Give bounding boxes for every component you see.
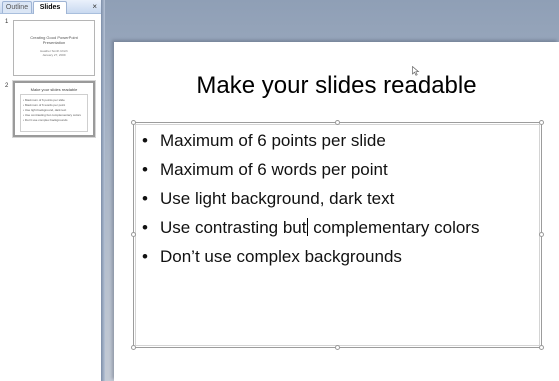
- bullet-text: Maximum of 6 words per point: [160, 160, 388, 179]
- thumbnail-subtitle-line: January 27, 2009: [42, 53, 66, 57]
- thumbnail-bullet-text: Use light background, dark text: [24, 108, 67, 112]
- thumbnail-subtitle: Heather Smith Ulrich January 27, 2009: [20, 49, 88, 57]
- close-pane-icon[interactable]: ×: [92, 1, 97, 13]
- arrow-cursor-icon: [412, 66, 420, 76]
- resize-handle[interactable]: [335, 345, 340, 350]
- thumbnail-title: Make your slides readable: [30, 87, 78, 92]
- resize-handle[interactable]: [539, 345, 544, 350]
- resize-handle[interactable]: [131, 232, 136, 237]
- resize-handle[interactable]: [335, 120, 340, 125]
- bullet-list: • Maximum of 6 points per slide • Maximu…: [142, 126, 479, 271]
- resize-handle[interactable]: [131, 120, 136, 125]
- pane-splitter[interactable]: [101, 0, 105, 381]
- thumbnail-content-box: • Maximum of 6 points per slide • Maximu…: [20, 94, 88, 132]
- bullet-glyph: •: [142, 131, 148, 150]
- content-placeholder[interactable]: • Maximum of 6 points per slide • Maximu…: [131, 120, 544, 350]
- slide-number: 2: [5, 83, 9, 89]
- slide-thumbnail-1[interactable]: Creating Good PowerPoint Presentation He…: [13, 20, 95, 76]
- thumbnail-bullet: • Use contrasting but complementary colo…: [23, 113, 81, 117]
- resize-handle[interactable]: [539, 232, 544, 237]
- powerpoint-window: Outline Slides × 1 Creating Good PowerPo…: [0, 0, 559, 381]
- thumbnail-bullet: • Maximum of 6 points per slide: [23, 98, 65, 102]
- thumbnail-bullet-text: Maximum of 6 words per point: [24, 103, 66, 107]
- bullet-glyph: •: [142, 218, 148, 237]
- thumbnail-bullet: • Use light background, dark text: [23, 108, 67, 112]
- slide-number: 1: [5, 19, 9, 25]
- bullet-glyph: •: [142, 247, 148, 266]
- thumbnail-bullet-text: Don't use complex backgrounds: [24, 118, 68, 122]
- bullet-glyph: •: [142, 189, 148, 208]
- tab-outline[interactable]: Outline: [2, 1, 32, 13]
- bullet-text: Use light background, dark text: [160, 189, 395, 208]
- bullet-item[interactable]: • Don’t use complex backgrounds: [142, 242, 479, 271]
- bullet-text-before-caret: Use contrasting but: [160, 218, 307, 237]
- tab-slides[interactable]: Slides: [33, 1, 67, 14]
- bullet-text-after-caret: complementary colors: [308, 218, 480, 237]
- thumbnail-title-line: Presentation: [42, 40, 66, 45]
- bullet-text: Maximum of 6 points per slide: [160, 131, 386, 150]
- pane-tab-strip: Outline Slides ×: [0, 0, 101, 14]
- thumbnail-bullet: • Don't use complex backgrounds: [23, 118, 68, 122]
- bullet-item[interactable]: • Maximum of 6 words per point: [142, 155, 479, 184]
- bullet-item[interactable]: • Use light background, dark text: [142, 184, 479, 213]
- resize-handle[interactable]: [539, 120, 544, 125]
- bullet-glyph: •: [142, 160, 148, 179]
- thumbnail-title: Creating Good PowerPoint Presentation: [18, 35, 90, 45]
- bullet-item[interactable]: • Use contrasting but complementary colo…: [142, 213, 479, 242]
- bullet-item[interactable]: • Maximum of 6 points per slide: [142, 126, 479, 155]
- thumbnail-bullet-text: Use contrasting but complementary colors: [24, 113, 81, 117]
- slides-pane: Outline Slides × 1 Creating Good PowerPo…: [0, 0, 101, 381]
- slide-title[interactable]: Make your slides readable: [114, 72, 559, 100]
- slide-thumbnail-2[interactable]: Make your slides readable • Maximum of 6…: [12, 80, 96, 138]
- resize-handle[interactable]: [131, 345, 136, 350]
- bullet-text: Don’t use complex backgrounds: [160, 247, 402, 266]
- current-slide[interactable]: Make your slides readable • Maximum of 6…: [114, 42, 559, 381]
- thumbnail-bullet-text: Maximum of 6 points per slide: [24, 98, 65, 102]
- thumbnail-bullet: • Maximum of 6 words per point: [23, 103, 66, 107]
